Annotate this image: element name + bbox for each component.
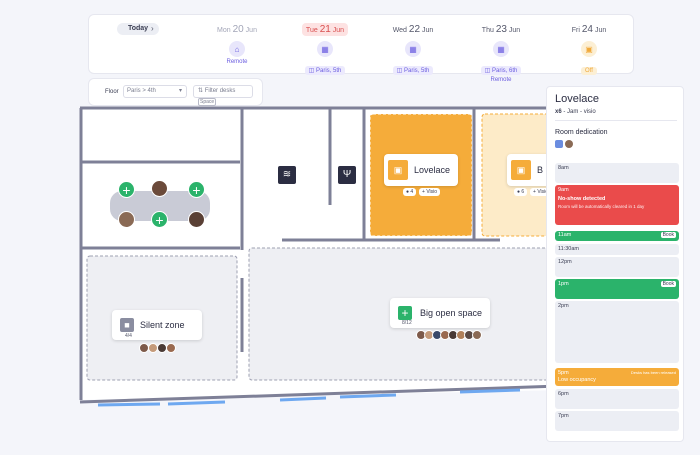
- plus-icon: +: [398, 306, 412, 320]
- room-name: B: [537, 165, 544, 175]
- filter-label: Filter desks: [204, 88, 236, 94]
- dedication-icons: [555, 140, 573, 148]
- divider: [555, 120, 677, 121]
- stairs-icon: ≋: [278, 166, 296, 184]
- filter-shortcut: Space: [198, 98, 217, 106]
- feature-badge: + Visio: [419, 188, 441, 196]
- seat-occupied-avatar[interactable]: [188, 211, 205, 228]
- zone-occupancy: 8/12: [402, 320, 412, 326]
- meeting-room-icon: ▣: [388, 160, 408, 180]
- seat-available[interactable]: +: [151, 211, 168, 228]
- seat-occupied-avatar[interactable]: [118, 211, 135, 228]
- filter-desks-button[interactable]: ⇅ Filter desks Space: [193, 85, 253, 106]
- book-button[interactable]: Book: [660, 281, 676, 287]
- capacity-badge: ● 4: [403, 188, 417, 196]
- capacity-badge: ● 6: [514, 188, 528, 196]
- room-card-lovelace[interactable]: ▣ Lovelace: [384, 154, 458, 186]
- avatar: [166, 343, 176, 353]
- floor-select[interactable]: Paris > 4th ▾: [123, 85, 187, 98]
- floor-filter-bar: Floor Paris > 4th ▾ ⇅ Filter desks Space: [88, 78, 263, 106]
- room-name: Lovelace: [414, 165, 451, 175]
- time-slot-low-occupancy[interactable]: 5pm Desks has been released Low occupanc…: [555, 368, 679, 386]
- panel-title: Lovelace: [555, 93, 600, 105]
- time-slot[interactable]: 6pm: [555, 389, 679, 409]
- floor-label: Floor: [105, 89, 119, 95]
- kitchen-icon: Ψ: [338, 166, 356, 184]
- time-slot-bookable[interactable]: 11am Book: [555, 231, 679, 241]
- seat-occupied-avatar[interactable]: [151, 180, 168, 197]
- time-slot-no-show[interactable]: 9am No-show detected Room will be automa…: [555, 185, 679, 225]
- room-details-panel: Lovelace x6 - Jam - visio Room dedicatio…: [546, 86, 684, 442]
- time-slot[interactable]: 12pm: [555, 257, 679, 277]
- seat-available[interactable]: +: [118, 181, 135, 198]
- chevron-down-icon: ▾: [178, 88, 182, 94]
- zone-name: Silent zone: [140, 320, 185, 330]
- team-icon: [555, 140, 563, 148]
- time-slot[interactable]: 7pm: [555, 411, 679, 431]
- time-slot[interactable]: 8am: [555, 163, 679, 183]
- avatar: [565, 140, 573, 148]
- dedication-title: Room dedication: [555, 129, 608, 136]
- time-slot[interactable]: 2pm: [555, 301, 679, 363]
- book-button[interactable]: Book: [660, 232, 676, 238]
- office-booking-app: ‹ Today › Mon 20 Jun ⌂ Remote Tue 21 Jun…: [0, 0, 700, 455]
- seat-available[interactable]: +: [188, 181, 205, 198]
- avatar: [472, 330, 482, 340]
- time-slot-bookable[interactable]: 1pm Book: [555, 279, 679, 299]
- zone-occupancy: 4/4: [125, 333, 132, 339]
- floor-value: Paris > 4th: [127, 88, 156, 94]
- meeting-room-icon: ▣: [511, 160, 531, 180]
- filter-icon: ⇅: [198, 88, 204, 94]
- panel-subtitle: x6 - Jam - visio: [555, 109, 596, 115]
- zone-name: Big open space: [420, 308, 483, 318]
- time-slot[interactable]: 11:30am: [555, 244, 679, 255]
- lock-icon: ■: [120, 318, 134, 332]
